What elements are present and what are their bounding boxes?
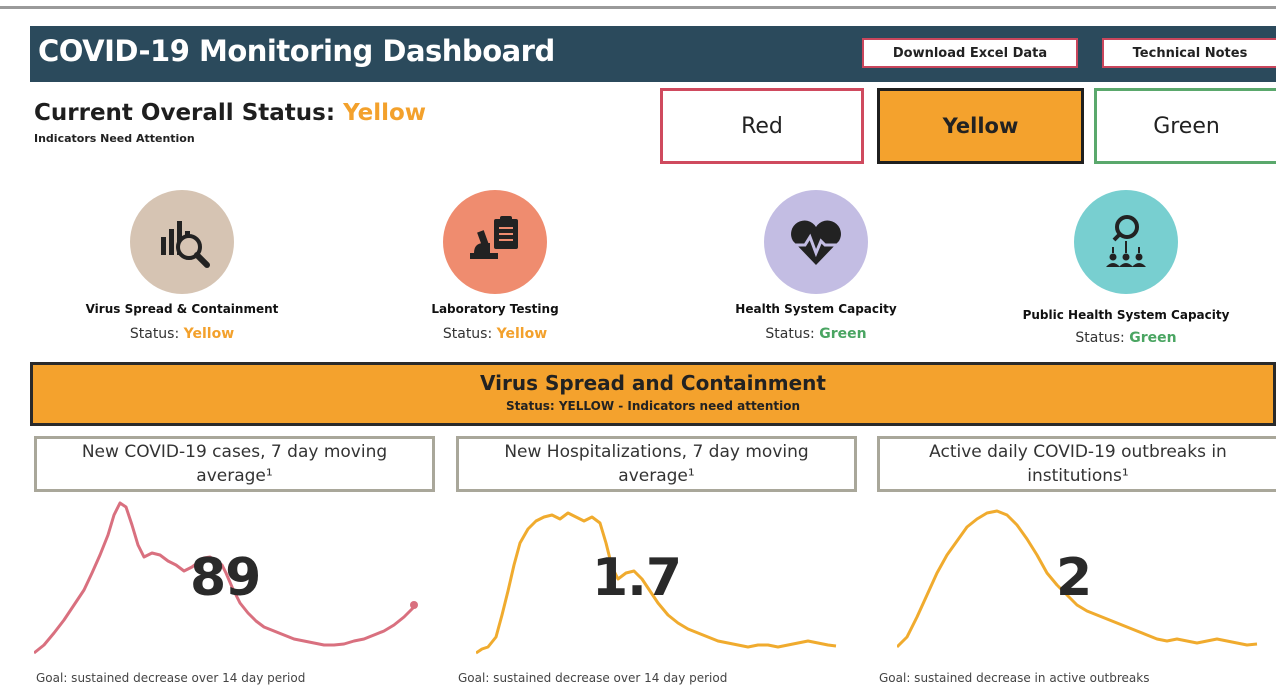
- status-label: Status:: [442, 326, 493, 342]
- indicator-status: Green: [1129, 330, 1177, 346]
- overall-status: Current Overall Status: Yellow Indicator…: [34, 100, 426, 145]
- indicator-status: Green: [819, 326, 867, 342]
- indicator-laboratory-testing[interactable]: Laboratory Testing Status: Yellow: [345, 190, 645, 342]
- metric-title-cases[interactable]: New COVID-19 cases, 7 day moving average…: [34, 436, 435, 492]
- top-divider: [0, 6, 1276, 9]
- status-box-red[interactable]: Red: [660, 88, 864, 164]
- hospitalizations-goal: Goal: sustained decrease over 14 day per…: [458, 671, 728, 685]
- indicator-name: Laboratory Testing: [431, 302, 559, 316]
- metric-title-hospitalizations[interactable]: New Hospitalizations, 7 day moving avera…: [456, 436, 857, 492]
- people-search-icon: [1074, 190, 1178, 294]
- cases-goal: Goal: sustained decrease over 14 day per…: [36, 671, 306, 685]
- technical-notes-button[interactable]: Technical Notes: [1102, 38, 1276, 68]
- outbreaks-value: 2: [1056, 548, 1092, 608]
- cases-trend-marker: [410, 601, 418, 609]
- cases-value: 89: [190, 548, 261, 608]
- section-subtitle: Status: YELLOW - Indicators need attenti…: [505, 399, 801, 413]
- indicator-name: Virus Spread & Containment: [85, 302, 279, 316]
- status-box-yellow[interactable]: Yellow: [877, 88, 1084, 164]
- overall-status-label: Current Overall Status:: [34, 100, 336, 126]
- indicator-status: Yellow: [496, 326, 548, 342]
- section-title: Virus Spread and Containment: [480, 371, 826, 395]
- chart-magnifier-icon: [130, 190, 234, 294]
- indicator-name: Public Health System Capacity: [1022, 308, 1230, 322]
- page-title: COVID-19 Monitoring Dashboard: [38, 34, 555, 68]
- status-label: Status:: [129, 326, 180, 342]
- metric-title-outbreaks[interactable]: Active daily COVID-19 outbreaks in insti…: [877, 436, 1276, 492]
- indicator-virus-spread[interactable]: Virus Spread & Containment Status: Yello…: [32, 190, 332, 342]
- section-banner: Virus Spread and Containment Status: YEL…: [30, 362, 1276, 426]
- hospitalizations-value: 1.7: [592, 548, 682, 608]
- download-excel-button[interactable]: Download Excel Data: [862, 38, 1078, 68]
- overall-status-subtitle: Indicators Need Attention: [34, 132, 195, 145]
- indicator-name: Health System Capacity: [735, 302, 897, 316]
- outbreaks-goal: Goal: sustained decrease in active outbr…: [879, 671, 1150, 685]
- status-box-green[interactable]: Green: [1094, 88, 1276, 164]
- microscope-clipboard-icon: [443, 190, 547, 294]
- status-label: Status:: [765, 326, 815, 342]
- overall-status-value: Yellow: [343, 100, 427, 126]
- indicator-status: Yellow: [183, 326, 235, 342]
- status-label: Status:: [1075, 330, 1125, 346]
- indicator-public-health-system-capacity[interactable]: Public Health System Capacity Status: Gr…: [976, 190, 1276, 346]
- dashboard-header: COVID-19 Monitoring Dashboard Download E…: [30, 26, 1276, 82]
- heartbeat-icon: [764, 190, 868, 294]
- indicator-health-system-capacity[interactable]: Health System Capacity Status: Green: [666, 190, 966, 342]
